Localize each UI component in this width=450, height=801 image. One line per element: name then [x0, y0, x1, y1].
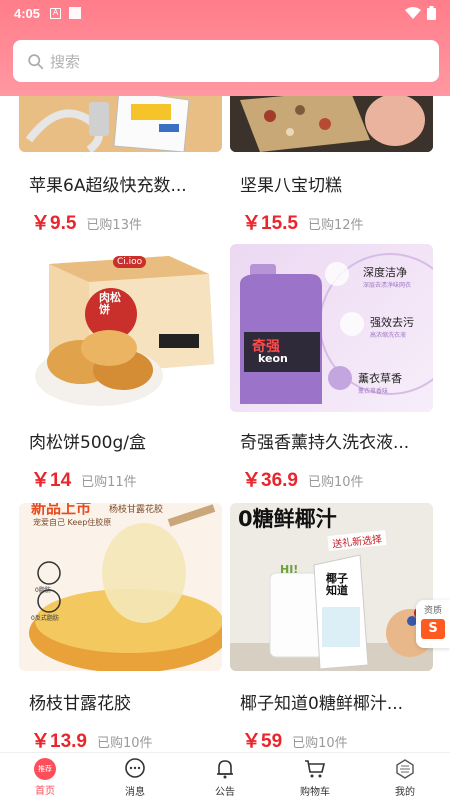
tab-messages-label: 消息 [125, 786, 145, 798]
home-badge-text: 推荐 [38, 764, 52, 773]
product-title: 坚果八宝切糕 [240, 176, 342, 196]
tab-profile-label: 我的 [395, 786, 415, 798]
product-title: 杨枝甘露花胶 [29, 694, 131, 714]
home-icon: 推荐 [34, 757, 56, 780]
product-image [19, 96, 222, 152]
price-line: ￥15.5 已购12件 [242, 208, 433, 235]
product-card[interactable]: 深度洁净 深层去渍净味网衣 强效去污 高浓缩洗衣液 薰衣草香 薰衣草香味 奇强 … [230, 244, 433, 492]
product-price: ￥15.5 [242, 213, 298, 234]
promo-sub: 杨枝甘露花胶 [109, 505, 164, 515]
price-line: ￥9.5 已购13件 [31, 208, 222, 235]
product-card[interactable]: 0糖鲜椰汁 送礼新选择 椰子知道 HI! 椰子知道0糖鲜椰汁... ￥59 已购… [230, 503, 433, 752]
status-bar: 4:05 A [0, 0, 450, 26]
product-card[interactable]: 苹果6A超级快充数... ￥9.5 已购13件 [19, 96, 222, 235]
badge-zero-trans-fat: 0反式脂肪 [31, 615, 59, 622]
search-input[interactable]: 搜索 [13, 40, 439, 82]
feature-2-text: 强效去污 [370, 316, 414, 329]
search-placeholder: 搜索 [50, 52, 81, 71]
status-right [405, 6, 436, 20]
feature-3-sub: 薰衣草香味 [358, 388, 389, 395]
product-sold: 已购12件 [307, 218, 364, 233]
notification-a-icon: A [50, 7, 62, 19]
tab-home-label: 首页 [35, 785, 55, 797]
header: 4:05 A 搜索 [0, 0, 450, 96]
product-sold: 已购10件 [96, 736, 153, 751]
box-label-text: 肉松饼 [99, 291, 121, 316]
price-line: ￥13.9 已购10件 [31, 726, 222, 752]
product-price: ￥59 [242, 731, 283, 752]
product-image: 深度洁净 深层去渍净味网衣 强效去污 高浓缩洗衣液 薰衣草香 薰衣草香味 奇强 … [230, 244, 433, 412]
tab-announcements[interactable]: 公告 [180, 753, 270, 801]
glass-hi-text: HI! [280, 563, 299, 576]
product-sold: 已购10件 [307, 475, 364, 490]
notification-square-icon [69, 7, 82, 19]
product-price: ￥14 [31, 470, 72, 491]
price-line: ￥59 已购10件 [242, 726, 433, 752]
badge-zero-fat: 0脂肪 [35, 587, 51, 594]
product-sold: 已购11件 [81, 475, 137, 490]
product-title: 苹果6A超级快充数... [29, 176, 187, 196]
product-title: 肉松饼500g/盒 [29, 433, 146, 453]
tab-home[interactable]: 推荐 首页 [0, 753, 90, 801]
message-icon [125, 757, 145, 778]
tab-profile[interactable]: 我的 [360, 753, 450, 801]
product-price: ￥13.9 [31, 731, 87, 752]
tab-announcements-label: 公告 [215, 786, 235, 798]
carton-label: 椰子知道 [326, 572, 348, 597]
charging-cable-image [25, 96, 190, 152]
product-card[interactable]: Ci.ioo 肉松饼 肉松饼500g/盒 ￥14 已购11件 [19, 244, 222, 492]
qualification-float-button[interactable]: 资质 S [416, 600, 450, 648]
bell-icon [217, 759, 233, 778]
product-card[interactable]: 坚果八宝切糕 ￥15.5 已购12件 [230, 96, 433, 235]
feature-1-text: 深度洁净 [363, 266, 407, 279]
status-time: 4:05 [14, 5, 41, 21]
product-price: ￥9.5 [31, 213, 77, 234]
tab-cart[interactable]: 购物车 [270, 753, 360, 801]
qualification-s-icon: S [421, 619, 445, 639]
feature-2-sub: 高浓缩洗衣液 [370, 332, 407, 339]
price-line: ￥36.9 已购10件 [242, 465, 433, 492]
coconut-headline: 0糖鲜椰汁 [238, 507, 337, 531]
feature-1-sub: 深层去渍净味网衣 [363, 282, 412, 289]
nut-cake-image [230, 96, 433, 152]
cart-icon [305, 759, 326, 777]
bottom-tabbar: 推荐 首页 消息 公告 购物车 我的 [0, 752, 450, 801]
product-title: 奇强香薰持久洗衣液... [240, 433, 410, 453]
box-brand-text: Ci.ioo [113, 256, 147, 268]
pork-floss-box-image [35, 256, 214, 406]
product-image: Ci.ioo 肉松饼 [19, 244, 222, 412]
product-card[interactable]: 新品上市 杨枝甘露花胶 宠爱自己 Keep住胶原 0脂肪 0反式脂肪 杨枝甘露花… [19, 503, 222, 752]
product-image [230, 96, 433, 152]
product-sold: 已购13件 [86, 218, 142, 233]
product-sold: 已购10件 [292, 736, 348, 751]
wifi-icon [405, 7, 421, 19]
price-line: ￥14 已购11件 [31, 465, 222, 492]
search-icon [28, 53, 44, 69]
promo-line2: 宠爱自己 Keep住胶原 [33, 518, 112, 527]
bottle-keon-text: keon [258, 352, 288, 365]
profile-icon [396, 758, 414, 779]
product-grid: 苹果6A超级快充数... ￥9.5 已购13件 坚果八宝切糕 ￥15.5 已购1… [0, 96, 450, 752]
product-title: 椰子知道0糖鲜椰汁... [240, 694, 404, 714]
tab-cart-label: 购物车 [300, 786, 330, 798]
promo-headline: 新品上市 [31, 503, 92, 517]
qualification-text: 资质 [423, 606, 442, 616]
battery-icon [427, 6, 436, 20]
feature-3-text: 薰衣草香 [358, 372, 402, 385]
product-image: 新品上市 杨枝甘露花胶 宠爱自己 Keep住胶原 0脂肪 0反式脂肪 [19, 503, 222, 671]
product-image: 0糖鲜椰汁 送礼新选择 椰子知道 HI! [230, 503, 433, 671]
product-price: ￥36.9 [242, 470, 298, 491]
tab-messages[interactable]: 消息 [90, 753, 180, 801]
